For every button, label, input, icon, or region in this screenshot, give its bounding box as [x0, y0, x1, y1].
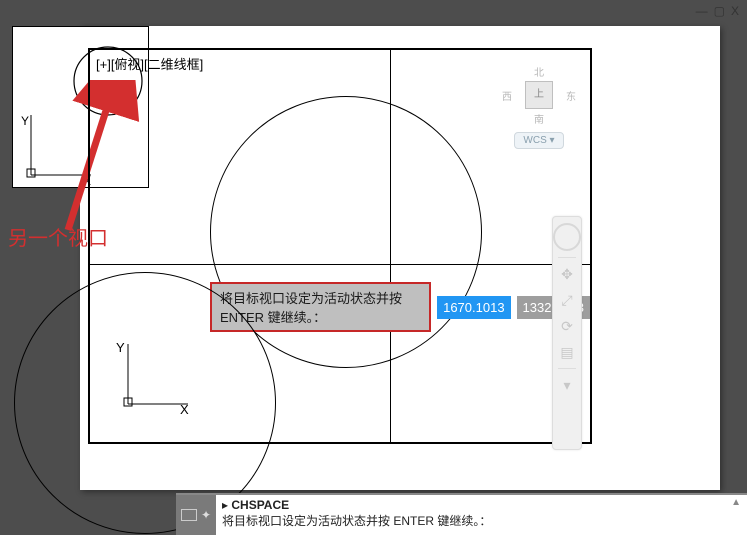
command-name: CHSPACE	[231, 498, 289, 512]
coord-x-field[interactable]: 1670.1013	[437, 296, 510, 319]
close-button[interactable]: X	[731, 4, 739, 18]
command-prompt-icon: ▸	[222, 498, 231, 512]
command-prompt-overlay: 将目标视口设定为活动状态并按 ENTER 键继续。： 1670.1013 133…	[210, 282, 590, 332]
svg-text:Y: Y	[21, 114, 29, 128]
viewcube-west[interactable]: 西	[502, 88, 512, 103]
command-line-grip-icon	[181, 509, 197, 521]
window-controls: — ▢ X	[696, 4, 739, 18]
command-line-text[interactable]: ▸ CHSPACE 将目标视口设定为活动状态并按 ENTER 键继续。： ▲	[216, 495, 747, 535]
nav-more-icon[interactable]: ▾	[557, 375, 577, 395]
viewcube-north[interactable]: 北	[502, 64, 576, 79]
command-history-icon[interactable]: ▲	[731, 497, 741, 508]
command-prompt-line: 将目标视口设定为活动状态并按 ENTER 键继续。：	[222, 514, 491, 528]
maximize-button[interactable]: ▢	[714, 4, 725, 18]
wcs-dropdown[interactable]: WCS ▾	[514, 132, 563, 149]
steering-wheel-icon[interactable]	[553, 223, 581, 251]
viewcube-top-face[interactable]: 上	[525, 81, 553, 109]
orbit-icon[interactable]: ⟳	[557, 316, 577, 336]
zoom-icon[interactable]: ⤢	[557, 290, 577, 310]
navigation-bar: ✥ ⤢ ⟳ ▤ ▾	[552, 216, 582, 450]
command-line[interactable]: ✦ ▸ CHSPACE 将目标视口设定为活动状态并按 ENTER 键继续。： ▲	[176, 493, 747, 535]
viewport-label[interactable]: [+][俯视][二维线框]	[96, 54, 203, 73]
viewcube[interactable]: 北 西 上 东 南 WCS ▾	[502, 64, 576, 138]
minimize-button[interactable]: —	[696, 4, 708, 18]
viewcube-east[interactable]: 东	[566, 88, 576, 103]
command-line-handle[interactable]: ✦	[176, 495, 216, 535]
viewcube-south[interactable]: 南	[502, 111, 576, 126]
showmotion-icon[interactable]: ▤	[557, 342, 577, 362]
pan-icon[interactable]: ✥	[557, 264, 577, 284]
command-line-settings-icon[interactable]: ✦	[201, 508, 211, 522]
